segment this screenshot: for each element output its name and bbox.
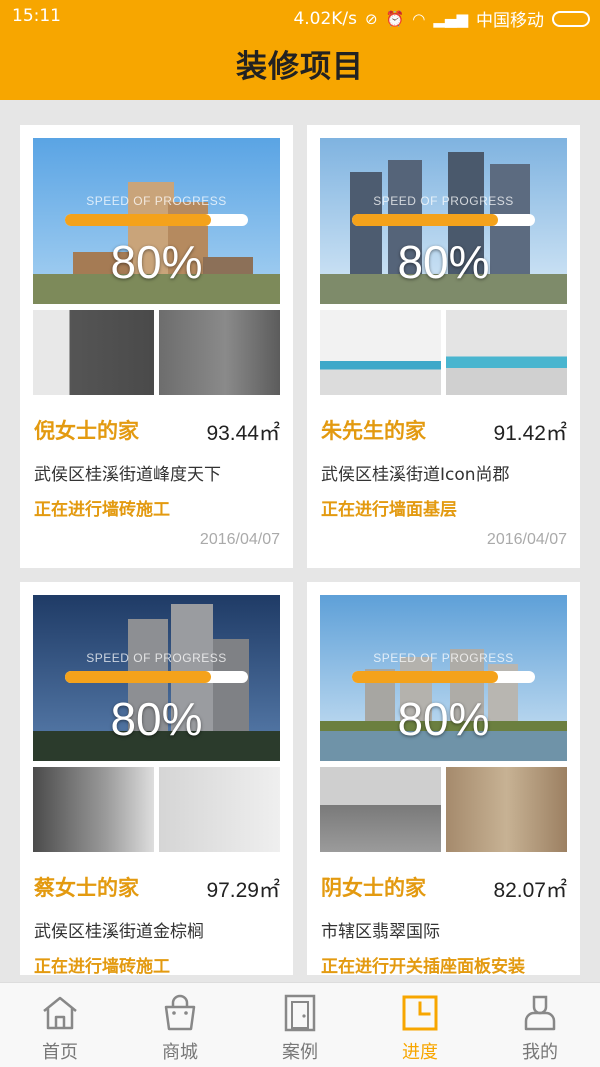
progress-bar-fill (65, 671, 212, 683)
project-hero-image: SPEED OF PROGRESS 80% (33, 138, 280, 304)
project-address: 市辖区翡翠国际 (321, 922, 440, 942)
site-photo[interactable] (33, 767, 154, 852)
carrier-name: 中国移动 (476, 11, 544, 31)
tab-label: 商城 (162, 1042, 198, 1063)
project-list[interactable]: SPEED OF PROGRESS 80% 倪女士的家 93.44㎡ 武侯区桂溪… (0, 100, 600, 975)
clock-icon (402, 995, 438, 1031)
battery-icon (552, 10, 590, 27)
progress-bar (65, 214, 248, 226)
project-status: 正在进行墙砖施工 (34, 957, 170, 975)
tab-label: 案例 (282, 1042, 318, 1063)
site-photo[interactable] (446, 310, 567, 395)
page-title: 装修项目 (236, 49, 364, 85)
progress-bar-fill (352, 214, 499, 226)
project-date: 2016/04/07 (199, 531, 280, 548)
progress-percent: 80% (397, 236, 490, 288)
home-icon (43, 996, 77, 1030)
project-area: 93.44㎡ (206, 422, 280, 445)
tab-cases[interactable]: 案例 (240, 983, 360, 1067)
status-time: 15:11 (12, 6, 61, 26)
network-speed: 4.02K/s (293, 8, 358, 29)
mute-icon: ⊘ (365, 9, 378, 28)
signal-icon: ▂▄▆ (433, 9, 468, 28)
project-hero-image: SPEED OF PROGRESS 80% (33, 595, 280, 761)
project-name: 阴女士的家 (321, 876, 426, 900)
progress-bar (352, 671, 535, 683)
site-photo[interactable] (320, 767, 441, 852)
project-hero-image: SPEED OF PROGRESS 80% (320, 595, 567, 761)
site-photo[interactable] (320, 310, 441, 395)
shopping-bag-icon (164, 994, 196, 1031)
project-photos (33, 310, 280, 395)
project-area: 91.42㎡ (493, 422, 567, 445)
progress-percent: 80% (110, 693, 203, 745)
project-name: 蔡女士的家 (34, 876, 139, 900)
project-card[interactable]: SPEED OF PROGRESS 80% 倪女士的家 93.44㎡ 武侯区桂溪… (20, 125, 293, 568)
project-status: 正在进行开关插座面板安装 (321, 957, 525, 975)
project-area: 97.29㎡ (206, 879, 280, 902)
progress-percent: 80% (110, 236, 203, 288)
tab-home[interactable]: 首页 (0, 983, 120, 1067)
project-address: 武侯区桂溪街道Icon尚郡 (321, 465, 510, 485)
status-bar: 15:11 4.02K/s ⊘ ⏰ ◠ ▂▄▆ 中国移动 (0, 0, 600, 32)
progress-bar-fill (65, 214, 212, 226)
progress-caption: SPEED OF PROGRESS (86, 194, 227, 208)
bottom-tab-bar: 首页 商城 案例 进度 我的 (0, 982, 600, 1067)
project-photos (33, 767, 280, 852)
tab-mine[interactable]: 我的 (480, 983, 600, 1067)
tab-label: 进度 (402, 1042, 438, 1063)
tab-label: 我的 (522, 1042, 558, 1063)
door-icon (284, 994, 316, 1032)
project-address: 武侯区桂溪街道峰度天下 (34, 465, 221, 485)
progress-percent: 80% (397, 693, 490, 745)
project-name: 倪女士的家 (34, 419, 139, 443)
site-photo[interactable] (33, 310, 154, 395)
project-address: 武侯区桂溪街道金棕榈 (34, 922, 204, 942)
site-photo[interactable] (446, 767, 567, 852)
wifi-icon: ◠ (412, 9, 426, 28)
project-name: 朱先生的家 (321, 419, 426, 443)
project-photos (320, 767, 567, 852)
site-photo[interactable] (159, 310, 280, 395)
tab-label: 首页 (42, 1042, 78, 1063)
project-area: 82.07㎡ (493, 879, 567, 902)
site-photo[interactable] (159, 767, 280, 852)
progress-bar (352, 214, 535, 226)
project-card[interactable]: SPEED OF PROGRESS 80% 朱先生的家 91.42㎡ 武侯区桂溪… (307, 125, 580, 568)
progress-bar (65, 671, 248, 683)
progress-caption: SPEED OF PROGRESS (86, 651, 227, 665)
project-status: 正在进行墙砖施工 (34, 500, 170, 520)
tab-mall[interactable]: 商城 (120, 983, 240, 1067)
page-header: 装修项目 (0, 32, 600, 100)
progress-caption: SPEED OF PROGRESS (373, 194, 514, 208)
project-card[interactable]: SPEED OF PROGRESS 80% 蔡女士的家 97.29㎡ 武侯区桂溪… (20, 582, 293, 975)
progress-bar-fill (352, 671, 499, 683)
person-icon (524, 995, 556, 1031)
project-date: 2016/04/07 (486, 531, 567, 548)
tab-progress[interactable]: 进度 (360, 983, 480, 1067)
progress-caption: SPEED OF PROGRESS (373, 651, 514, 665)
project-photos (320, 310, 567, 395)
project-hero-image: SPEED OF PROGRESS 80% (320, 138, 567, 304)
project-card[interactable]: SPEED OF PROGRESS 80% 阴女士的家 82.07㎡ 市辖区翡翠… (307, 582, 580, 975)
alarm-icon: ⏰ (385, 9, 405, 28)
project-status: 正在进行墙面基层 (321, 500, 457, 520)
